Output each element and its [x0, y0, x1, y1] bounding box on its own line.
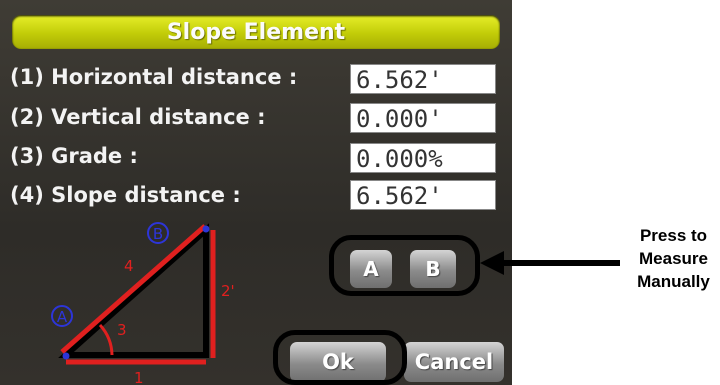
slope-triangle-outline: [58, 223, 209, 358]
slope-element-dialog: Slope Element (1) Horizontal distance : …: [0, 0, 512, 385]
cancel-button[interactable]: Cancel: [404, 342, 504, 382]
ok-button-highlight-ring: [273, 330, 407, 385]
vertical-distance-number: 2': [221, 282, 235, 300]
callout-arrow-head: [480, 251, 504, 275]
point-a-label: A: [57, 308, 68, 326]
point-b-label: B: [153, 225, 163, 243]
slope-diagram: A B 4 2' 3 1: [51, 222, 235, 385]
slope-distance-number: 4: [124, 257, 134, 275]
callout-line-3: Manually: [637, 272, 710, 291]
ab-buttons-highlight-ring: [329, 235, 480, 296]
horizontal-distance-number: 1: [134, 369, 144, 385]
point-b-marker: [202, 225, 210, 233]
grade-angle-arc: [98, 323, 114, 356]
callout-text: Press to Measure Manually: [627, 224, 720, 293]
callout-line-2: Measure: [639, 249, 708, 268]
callout-arrow: [480, 251, 620, 275]
callout-line-1: Press to: [639, 226, 708, 245]
point-a-marker: [62, 352, 70, 360]
slope-distance-line: [60, 224, 207, 354]
grade-number: 3: [117, 321, 127, 339]
